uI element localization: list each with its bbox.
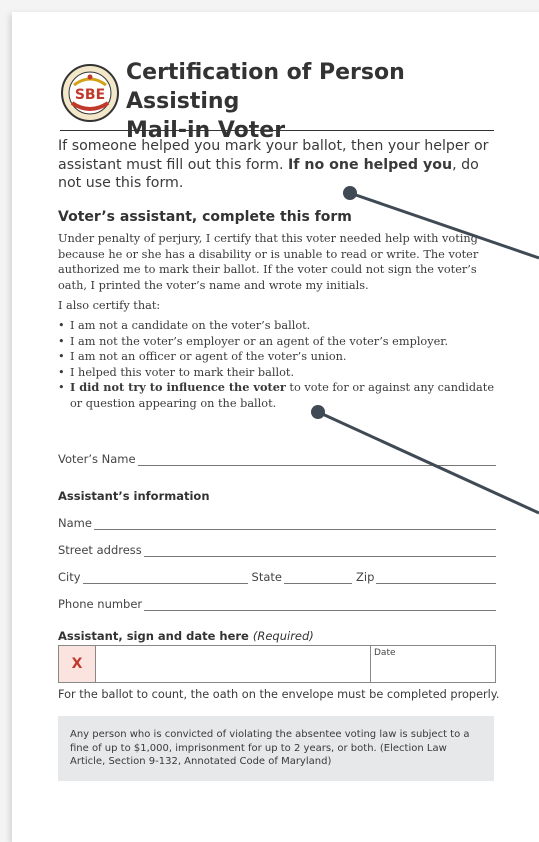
zip-label: Zip: [356, 570, 375, 584]
phone-number-field[interactable]: Phone number: [58, 595, 496, 611]
signature-heading: Assistant, sign and date here (Required): [58, 629, 314, 643]
page-title: Certification of Person Assisting Mail-i…: [126, 58, 494, 145]
phone-line[interactable]: [144, 598, 496, 611]
assistant-name-field[interactable]: Name: [58, 514, 496, 530]
street-line[interactable]: [143, 544, 496, 557]
ballot-count-note: For the ballot to count, the oath on the…: [58, 688, 500, 701]
street-label: Street address: [58, 543, 142, 557]
date-box[interactable]: Date: [370, 646, 498, 682]
date-label: Date: [374, 648, 396, 658]
intro-text: If someone helped you mark your ballot, …: [58, 137, 494, 193]
voter-name-line[interactable]: [137, 453, 496, 466]
list-item: I did not try to influence the voter to …: [58, 380, 494, 411]
state-line[interactable]: [284, 571, 352, 584]
seal-text: SBE: [75, 87, 105, 103]
legal-notice-box: Any person who is convicted of violating…: [58, 716, 494, 781]
assistant-section-heading: Voter’s assistant, complete this form: [58, 209, 352, 225]
city-line[interactable]: [82, 571, 248, 584]
also-certify: I also certify that:: [58, 299, 161, 312]
city-label: City: [58, 570, 81, 584]
legal-notice-text: Any person who is convicted of violating…: [70, 729, 470, 767]
list-item: I helped this voter to mark their ballot…: [58, 365, 494, 381]
voter-name-field[interactable]: Voter’s Name: [58, 450, 496, 466]
intro-bold: If no one helped you: [287, 156, 453, 173]
phone-label: Phone number: [58, 597, 143, 611]
required-note: (Required): [252, 629, 314, 643]
perjury-paragraph: Under penalty of perjury, I certify that…: [58, 232, 479, 292]
name-label: Name: [58, 516, 92, 530]
certification-list: I am not a candidate on the voter’s ball…: [58, 318, 494, 412]
state-board-seal-icon: SBE: [61, 64, 119, 122]
list-item: I am not an officer or agent of the vote…: [58, 349, 494, 365]
influence-statement-bold: I did not try to influence the voter: [70, 380, 286, 395]
signature-box[interactable]: X Date: [58, 645, 496, 683]
signature-heading-text: Assistant, sign and date here: [58, 629, 249, 643]
assistant-info-heading: Assistant’s information: [58, 489, 210, 503]
city-state-zip-row: City State Zip: [58, 568, 496, 584]
name-line[interactable]: [93, 517, 496, 530]
sign-here-x-mark: X: [59, 646, 96, 682]
title-line-1: Certification of Person Assisting: [126, 60, 405, 114]
list-item: I am not the voter’s employer or an agen…: [58, 334, 494, 350]
zip-line[interactable]: [376, 571, 496, 584]
form-header: SBE Certification of Person Assisting Ma…: [60, 55, 494, 143]
state-label: State: [251, 570, 282, 584]
street-address-field[interactable]: Street address: [58, 541, 496, 557]
list-item: I am not a candidate on the voter’s ball…: [58, 318, 494, 334]
voter-name-label: Voter’s Name: [58, 452, 136, 466]
